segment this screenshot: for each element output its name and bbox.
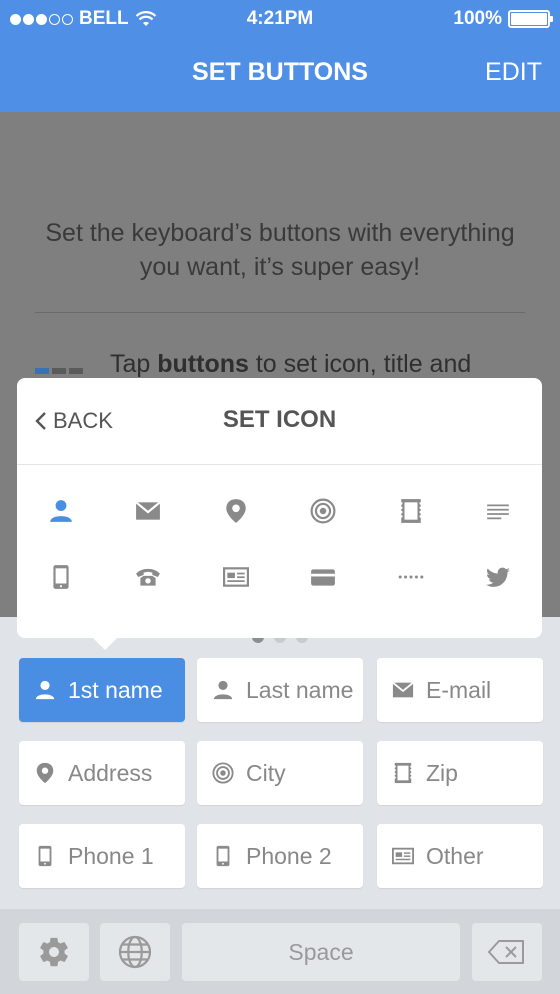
telephone-icon xyxy=(136,568,161,586)
delete-button[interactable] xyxy=(472,923,542,981)
location-pin-icon xyxy=(226,499,246,523)
mobile-phone-icon xyxy=(53,565,69,589)
icon-option-telephone[interactable] xyxy=(105,564,193,590)
mobile-phone-icon xyxy=(38,845,52,867)
globe-icon xyxy=(118,935,152,969)
icon-option-text[interactable] xyxy=(455,498,543,524)
icon-option-target[interactable] xyxy=(280,498,368,524)
key-label: E-mail xyxy=(426,676,492,703)
back-button[interactable]: BACK xyxy=(35,408,113,434)
key-last-name[interactable]: Last name xyxy=(197,658,363,722)
envelope-icon xyxy=(392,681,414,698)
icon-option-dots[interactable] xyxy=(367,564,455,590)
key-1st-name[interactable]: 1st name xyxy=(19,658,185,722)
status-right: 100% xyxy=(453,8,553,30)
battery-icon xyxy=(508,10,553,28)
mobile-phone-icon xyxy=(216,845,230,867)
key-city[interactable]: City xyxy=(197,741,363,805)
icon-option-stamp[interactable] xyxy=(367,498,455,524)
globe-button[interactable] xyxy=(100,923,170,981)
intro-text: Set the keyboard’s buttons with everythi… xyxy=(45,219,515,281)
keyboard-bottom-bar: Space xyxy=(0,909,560,994)
id-card-icon xyxy=(222,567,249,587)
key-phone-2[interactable]: Phone 2 xyxy=(197,824,363,888)
chevron-left-icon xyxy=(35,412,46,430)
key-zip[interactable]: Zip xyxy=(377,741,543,805)
set-icon-popover: BACK SET ICON xyxy=(17,378,542,650)
envelope-icon xyxy=(135,501,161,520)
icon-row xyxy=(17,478,542,544)
icon-option-person[interactable] xyxy=(17,498,105,524)
dots-icon xyxy=(398,575,424,579)
backspace-icon xyxy=(488,940,524,964)
target-icon xyxy=(212,762,234,784)
icon-option-envelope[interactable] xyxy=(105,498,193,524)
location-pin-icon xyxy=(36,762,54,784)
key-label: Zip xyxy=(426,759,458,786)
icon-option-credit-card[interactable] xyxy=(280,564,368,590)
key-other[interactable]: Other xyxy=(377,824,543,888)
settings-button[interactable] xyxy=(19,923,89,981)
gear-icon xyxy=(40,937,68,967)
tap-instruction: Tap buttons to set icon, title and xyxy=(110,350,472,378)
person-icon xyxy=(213,680,233,700)
status-bar: BELL 4:21PM 100% xyxy=(0,0,560,36)
key-label: 1st name xyxy=(68,676,163,703)
credit-card-icon xyxy=(311,569,336,586)
icon-option-mobile[interactable] xyxy=(17,564,105,590)
icon-grid xyxy=(17,478,542,610)
key-label: Phone 1 xyxy=(68,842,154,869)
icon-option-id-card[interactable] xyxy=(192,564,280,590)
text-lines-icon xyxy=(487,504,510,520)
back-label: BACK xyxy=(53,408,113,433)
key-label: Phone 2 xyxy=(246,842,332,869)
popover-arrow xyxy=(91,636,119,650)
edit-button[interactable]: EDIT xyxy=(485,58,542,87)
stamp-icon xyxy=(393,762,413,784)
page-title: SET BUTTONS xyxy=(192,58,368,86)
icon-option-location[interactable] xyxy=(192,498,280,524)
key-address[interactable]: Address xyxy=(19,741,185,805)
key-email[interactable]: E-mail xyxy=(377,658,543,722)
key-label: City xyxy=(246,759,286,786)
top-bar: BELL 4:21PM 100% SET BUTTONS EDIT xyxy=(0,0,560,112)
buttons-illustration-icon xyxy=(35,368,83,374)
custom-keyboard: 1st name Last name E-mail Address City Z… xyxy=(0,617,560,994)
icon-row xyxy=(17,544,542,610)
divider xyxy=(17,464,542,465)
key-phone-1[interactable]: Phone 1 xyxy=(19,824,185,888)
space-bar[interactable]: Space xyxy=(182,923,460,981)
divider xyxy=(35,312,525,313)
person-icon xyxy=(35,680,55,700)
key-label: Address xyxy=(68,759,153,786)
key-label: Last name xyxy=(246,676,354,703)
target-icon xyxy=(310,498,336,524)
battery-percent: 100% xyxy=(453,8,502,29)
key-label: Other xyxy=(426,842,484,869)
icon-option-twitter[interactable] xyxy=(455,564,543,590)
stamp-icon xyxy=(399,499,422,523)
twitter-icon xyxy=(486,567,511,587)
id-card-icon xyxy=(392,847,414,865)
person-icon xyxy=(49,500,72,522)
